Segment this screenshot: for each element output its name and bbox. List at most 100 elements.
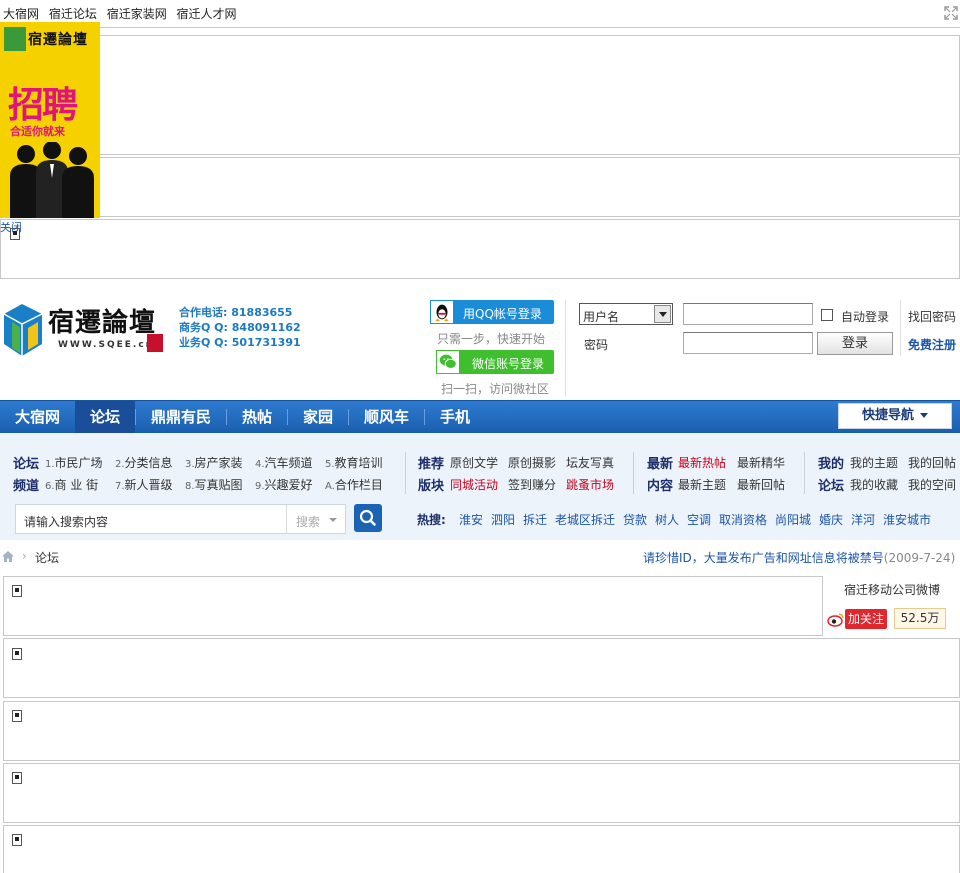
login-divider xyxy=(900,300,901,356)
content-frame-3 xyxy=(3,701,960,761)
register-link[interactable]: 免费注册 xyxy=(908,336,956,353)
contact-info: 合作电话: 81883655 商务Q Q: 848091162 业务Q Q: 5… xyxy=(179,305,301,350)
channel-num: A. xyxy=(325,481,335,492)
ad-close-link[interactable]: 关闭 xyxy=(0,219,22,235)
frame-icon xyxy=(12,834,22,846)
nav-item-dingding[interactable]: 鼎鼎有民 xyxy=(136,401,226,433)
wechat-login-button[interactable]: 微信账号登录 xyxy=(436,350,554,374)
search-icon xyxy=(359,509,376,526)
channel-link[interactable]: 1.市民广场 xyxy=(45,454,103,471)
channel-label: 教育培训 xyxy=(334,456,383,470)
search-button[interactable] xyxy=(354,504,382,532)
login-button[interactable]: 登录 xyxy=(817,332,893,355)
recommend-link[interactable]: 原创文学 xyxy=(450,454,498,471)
channel-link[interactable]: 9.兴趣爱好 xyxy=(255,476,313,493)
channel-num: 5. xyxy=(325,459,335,470)
expand-icon[interactable] xyxy=(944,6,958,20)
password-input[interactable] xyxy=(683,332,813,354)
hot-search-item[interactable]: 泗阳 xyxy=(491,511,515,528)
username-type-select[interactable]: 用户名 xyxy=(579,303,673,325)
top-link[interactable]: 宿迁家装网 xyxy=(107,7,167,21)
my-forum-link[interactable]: 我的收藏 xyxy=(850,476,898,493)
latest-link[interactable]: 最新热帖 xyxy=(678,454,726,471)
hot-search-item[interactable]: 尚阳城 xyxy=(775,511,811,528)
top-link[interactable]: 大宿网 xyxy=(3,7,39,21)
my-forum-link[interactable]: 我的空间 xyxy=(908,476,956,493)
channel-link[interactable]: 3.房产家装 xyxy=(185,454,243,471)
qq-penguin-icon xyxy=(430,300,454,324)
breadcrumb-current[interactable]: 论坛 xyxy=(35,549,59,566)
hot-search-item[interactable]: 淮安城市 xyxy=(883,511,931,528)
frame-icon xyxy=(12,648,22,660)
recommend-link[interactable]: 原创摄影 xyxy=(508,454,556,471)
breadcrumb-separator-icon: › xyxy=(22,549,27,563)
notice-text: 请珍惜ID，大量发布广告和网址信息将被禁号 xyxy=(643,551,884,565)
my-forum-link[interactable]: 我的主题 xyxy=(850,454,898,471)
channel-head: 内容 xyxy=(647,479,674,494)
wechat-login-label: 微信账号登录 xyxy=(472,357,545,371)
nav-item-mobile[interactable]: 手机 xyxy=(425,401,485,433)
chevron-down-icon xyxy=(654,305,671,323)
forgot-password-link[interactable]: 找回密码 xyxy=(908,308,956,325)
hot-search-label: 热搜: xyxy=(417,513,446,527)
quick-nav-button[interactable]: 快捷导航 xyxy=(838,403,952,429)
recommend-link[interactable]: 坛友写真 xyxy=(566,454,614,471)
qq-login-label: 用QQ帐号登录 xyxy=(463,307,542,321)
content-frame-2 xyxy=(3,638,960,698)
channel-link[interactable]: A.合作栏目 xyxy=(325,476,383,493)
hot-search-item[interactable]: 树人 xyxy=(655,511,679,528)
recruit-ad[interactable]: 宿遷論壇 招聘 合适你就来 xyxy=(0,22,100,218)
logo-url: WWW.SQEE.cn xyxy=(58,340,155,350)
recommend-link[interactable]: 签到赚分 xyxy=(508,476,556,493)
channel-num: 2. xyxy=(115,459,125,470)
channel-head: 论坛 xyxy=(13,457,40,472)
nav-item-carpool[interactable]: 顺风车 xyxy=(349,401,424,433)
hot-search-item[interactable]: 老城区拆迁 xyxy=(555,511,615,528)
ad-frame-2 xyxy=(0,157,960,217)
ad-logo-text: 宿遷論壇 xyxy=(28,32,88,48)
hot-search-item[interactable]: 空调 xyxy=(687,511,711,528)
latest-link[interactable]: 最新精华 xyxy=(737,454,785,471)
channel-link[interactable]: 6.商 业 街 xyxy=(45,476,98,493)
top-link[interactable]: 宿迁论坛 xyxy=(49,7,97,21)
channel-label: 房产家装 xyxy=(194,456,243,470)
channel-num: 9. xyxy=(255,481,265,492)
weibo-follow-button[interactable]: 加关注 xyxy=(845,609,887,629)
recommend-link[interactable]: 跳蚤市场 xyxy=(566,476,614,493)
content-frame-1 xyxy=(3,576,823,636)
my-forum-link[interactable]: 我的回帖 xyxy=(908,454,956,471)
hot-search-item[interactable]: 淮安 xyxy=(459,511,483,528)
channel-num: 1. xyxy=(45,459,55,470)
nav-item-home-space[interactable]: 家园 xyxy=(288,401,348,433)
nav-item-home[interactable]: 大宿网 xyxy=(0,401,75,433)
content-frame-5 xyxy=(3,825,960,873)
nav-item-hot[interactable]: 热帖 xyxy=(227,401,287,433)
contact-qq-business: 商务Q Q: 848091162 xyxy=(179,321,301,334)
channel-link[interactable]: 7.新人晋级 xyxy=(115,476,173,493)
home-icon[interactable] xyxy=(1,550,15,563)
channel-link[interactable]: 5.教育培训 xyxy=(325,454,383,471)
recommend-link[interactable]: 同城活动 xyxy=(450,476,498,493)
search-type-select[interactable]: 搜索 xyxy=(286,505,346,533)
weibo-account-name[interactable]: 宿迁移动公司微博 xyxy=(844,581,940,598)
search-input[interactable]: 请输入搜索内容 搜索 xyxy=(15,504,346,534)
frame-icon xyxy=(12,585,22,597)
latest-link[interactable]: 最新主题 xyxy=(678,476,726,493)
channel-link[interactable]: 8.写真贴图 xyxy=(185,476,243,493)
channel-link[interactable]: 2.分类信息 xyxy=(115,454,173,471)
hot-search-item[interactable]: 取消资格 xyxy=(719,511,767,528)
hot-search-item[interactable]: 拆迁 xyxy=(523,511,547,528)
top-link[interactable]: 宿迁人才网 xyxy=(177,7,237,21)
qq-login-button[interactable]: 用QQ帐号登录 xyxy=(430,300,554,324)
username-input[interactable] xyxy=(683,303,813,325)
hot-search-item[interactable]: 贷款 xyxy=(623,511,647,528)
hot-search-item[interactable]: 洋河 xyxy=(851,511,875,528)
auto-login-checkbox[interactable] xyxy=(821,309,833,321)
nav-item-forum[interactable]: 论坛 xyxy=(75,401,135,433)
latest-link[interactable]: 最新回帖 xyxy=(737,476,785,493)
channel-label: 汽车频道 xyxy=(264,456,313,470)
channel-link[interactable]: 4.汽车频道 xyxy=(255,454,313,471)
hot-search-item[interactable]: 婚庆 xyxy=(819,511,843,528)
channel-head: 版块 xyxy=(418,479,445,494)
forum-notice[interactable]: 请珍惜ID，大量发布广告和网址信息将被禁号(2009-7-24) xyxy=(643,549,955,566)
